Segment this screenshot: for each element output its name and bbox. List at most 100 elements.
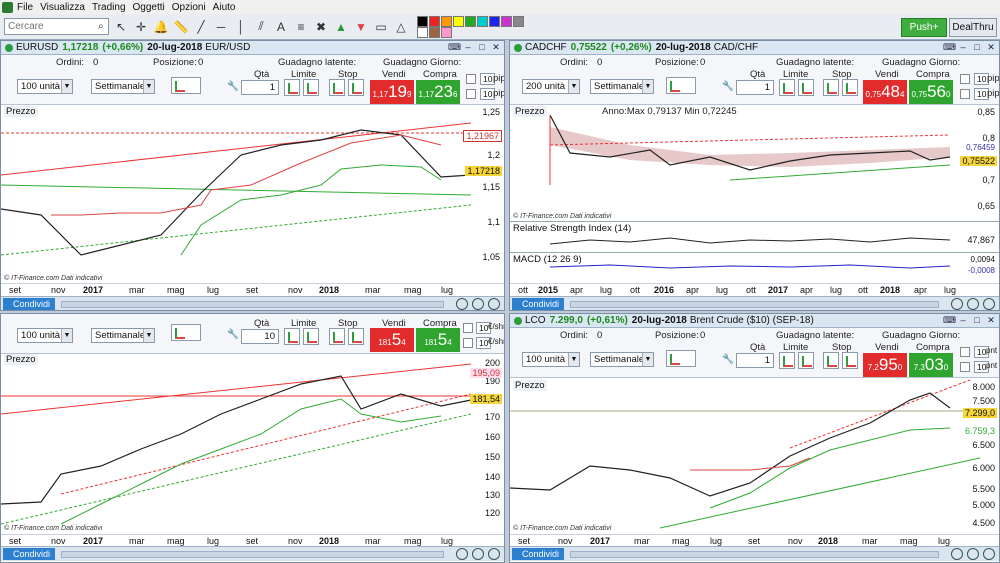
zoom-fit-icon[interactable] [456,298,468,310]
time-scrollbar[interactable] [570,551,939,558]
zoom-in-icon[interactable] [472,298,484,310]
share-button[interactable]: Condividi [512,298,564,310]
quantity-unit-select[interactable]: 100 unità ▼ [522,352,580,367]
macd-panel[interactable]: MACD (12 26 9) 0,0094 -0,0008 [510,252,999,283]
price-chart[interactable]: Prezzo 1,25 1,2 1,15 1,1 1,05 1,21967 1,… [1,105,504,283]
stop-checkbox[interactable] [960,347,970,357]
swatch-orange[interactable] [441,15,452,27]
qty-input[interactable]: 1 [241,80,279,95]
stop-sell-icon[interactable] [842,79,858,96]
stop-sell-icon[interactable] [842,352,858,369]
zoom-out-icon[interactable] [488,298,500,310]
maximize-icon[interactable]: □ [971,315,983,326]
zoom-fit-icon[interactable] [456,548,468,560]
limit-buy-icon[interactable] [284,79,300,96]
delete-icon[interactable]: ✖ [313,19,329,35]
limit-checkbox[interactable] [960,89,970,99]
swatch-white[interactable] [417,26,428,38]
keyboard-icon[interactable]: ⌨ [448,42,461,53]
close-icon[interactable]: ✕ [985,315,997,326]
triangle-icon[interactable]: △ [393,19,409,35]
swatch-brown[interactable] [429,26,440,38]
swatch-cyan[interactable] [477,15,488,27]
swatch-yellow[interactable] [453,15,464,27]
limit-buy-icon[interactable] [779,79,795,96]
chart-type-icon[interactable] [666,350,696,367]
arrow-up-icon[interactable]: ▲ [333,19,349,35]
arrow-down-icon[interactable]: ▼ [353,19,369,35]
swatch-green[interactable] [465,15,476,27]
period-select[interactable]: Settimanale ▼ [91,79,155,94]
limit-buy-icon[interactable] [779,352,795,369]
menu-opzioni[interactable]: Opzioni [172,2,206,13]
zoom-in-icon[interactable] [967,548,979,560]
dealthru-button[interactable]: DealThru [949,18,997,37]
cursor-icon[interactable]: ↖ [113,19,129,35]
fibonacci-icon[interactable]: ≡ [293,19,309,35]
search-icon[interactable]: ⌕ [98,21,104,32]
limit-checkbox[interactable] [960,362,970,372]
zoom-out-icon[interactable] [488,548,500,560]
limit-sell-icon[interactable] [798,352,814,369]
buy-button[interactable]: 0,75560 [909,80,953,104]
minimize-icon[interactable]: – [957,315,969,326]
stop-sell-icon[interactable] [348,79,364,96]
buy-button[interactable]: 1,17236 [416,80,460,104]
quantity-unit-select[interactable]: 100 unità ▼ [17,328,73,343]
zoom-fit-icon[interactable] [951,298,963,310]
limit-sell-icon[interactable] [303,79,319,96]
wrench-icon[interactable]: 🔧 [227,329,239,340]
maximize-icon[interactable]: □ [971,42,983,53]
stop-checkbox[interactable] [466,74,476,84]
limit-sell-icon[interactable] [303,328,319,345]
swatch-pink[interactable] [441,26,452,38]
trendline-icon[interactable]: ╱ [193,19,209,35]
hline-icon[interactable]: ─ [213,19,229,35]
wrench-icon[interactable]: 🔧 [227,81,239,92]
qty-input[interactable]: 1 [736,353,774,368]
minimize-icon[interactable]: – [462,42,474,53]
period-select[interactable]: Settimanale ▼ [91,328,155,343]
crosshair-icon[interactable]: ✛ [133,19,149,35]
stop-buy-icon[interactable] [329,79,345,96]
close-icon[interactable]: ✕ [985,42,997,53]
stop-checkbox[interactable] [960,74,970,84]
channel-icon[interactable]: ⫽ [253,19,269,35]
swatch-black[interactable] [417,15,428,27]
menu-oggetti[interactable]: Oggetti [133,2,165,13]
keyboard-icon[interactable]: ⌨ [943,315,956,326]
zoom-out-icon[interactable] [983,548,995,560]
stop-buy-icon[interactable] [823,79,839,96]
menu-trading[interactable]: Trading [92,2,126,13]
close-icon[interactable]: ✕ [490,42,502,53]
wrench-icon[interactable]: 🔧 [722,354,734,365]
stop-buy-icon[interactable] [823,352,839,369]
sell-button[interactable]: 7.2950 [863,353,907,377]
symbol-label[interactable]: EURUSD [16,42,58,53]
keyboard-icon[interactable]: ⌨ [943,42,956,53]
search-box[interactable]: ⌕ [4,18,109,35]
stop-checkbox[interactable] [463,323,473,333]
alert-bell-icon[interactable]: 🔔 [153,19,169,35]
chart-type-icon[interactable] [666,77,696,94]
sell-button[interactable]: 0,75484 [863,80,907,104]
qty-input[interactable]: 10 [241,329,279,344]
swatch-gray[interactable] [513,15,524,27]
zoom-out-icon[interactable] [983,298,995,310]
zoom-in-icon[interactable] [967,298,979,310]
price-chart[interactable]: Prezzo 200 190 170 160 150 140 130 120 1… [1,354,504,534]
qty-input[interactable]: 1 [736,80,774,95]
period-select[interactable]: Settimanale ▼ [590,352,654,367]
sell-button[interactable]: 18154 [370,328,414,352]
price-chart[interactable]: Prezzo 8.000 7.500 6.500 6.000 5.500 5.0… [510,378,999,534]
swatch-red[interactable] [429,15,440,27]
period-select[interactable]: Settimanale ▼ [590,79,654,94]
ruler-icon[interactable]: 📏 [173,19,189,35]
time-scrollbar[interactable] [61,551,444,558]
push-button[interactable]: Push+ [901,18,947,37]
limit-checkbox[interactable] [466,89,476,99]
stop-sell-icon[interactable] [348,328,364,345]
limit-checkbox[interactable] [463,338,473,348]
swatch-blue[interactable] [489,15,500,27]
stop-buy-icon[interactable] [329,328,345,345]
